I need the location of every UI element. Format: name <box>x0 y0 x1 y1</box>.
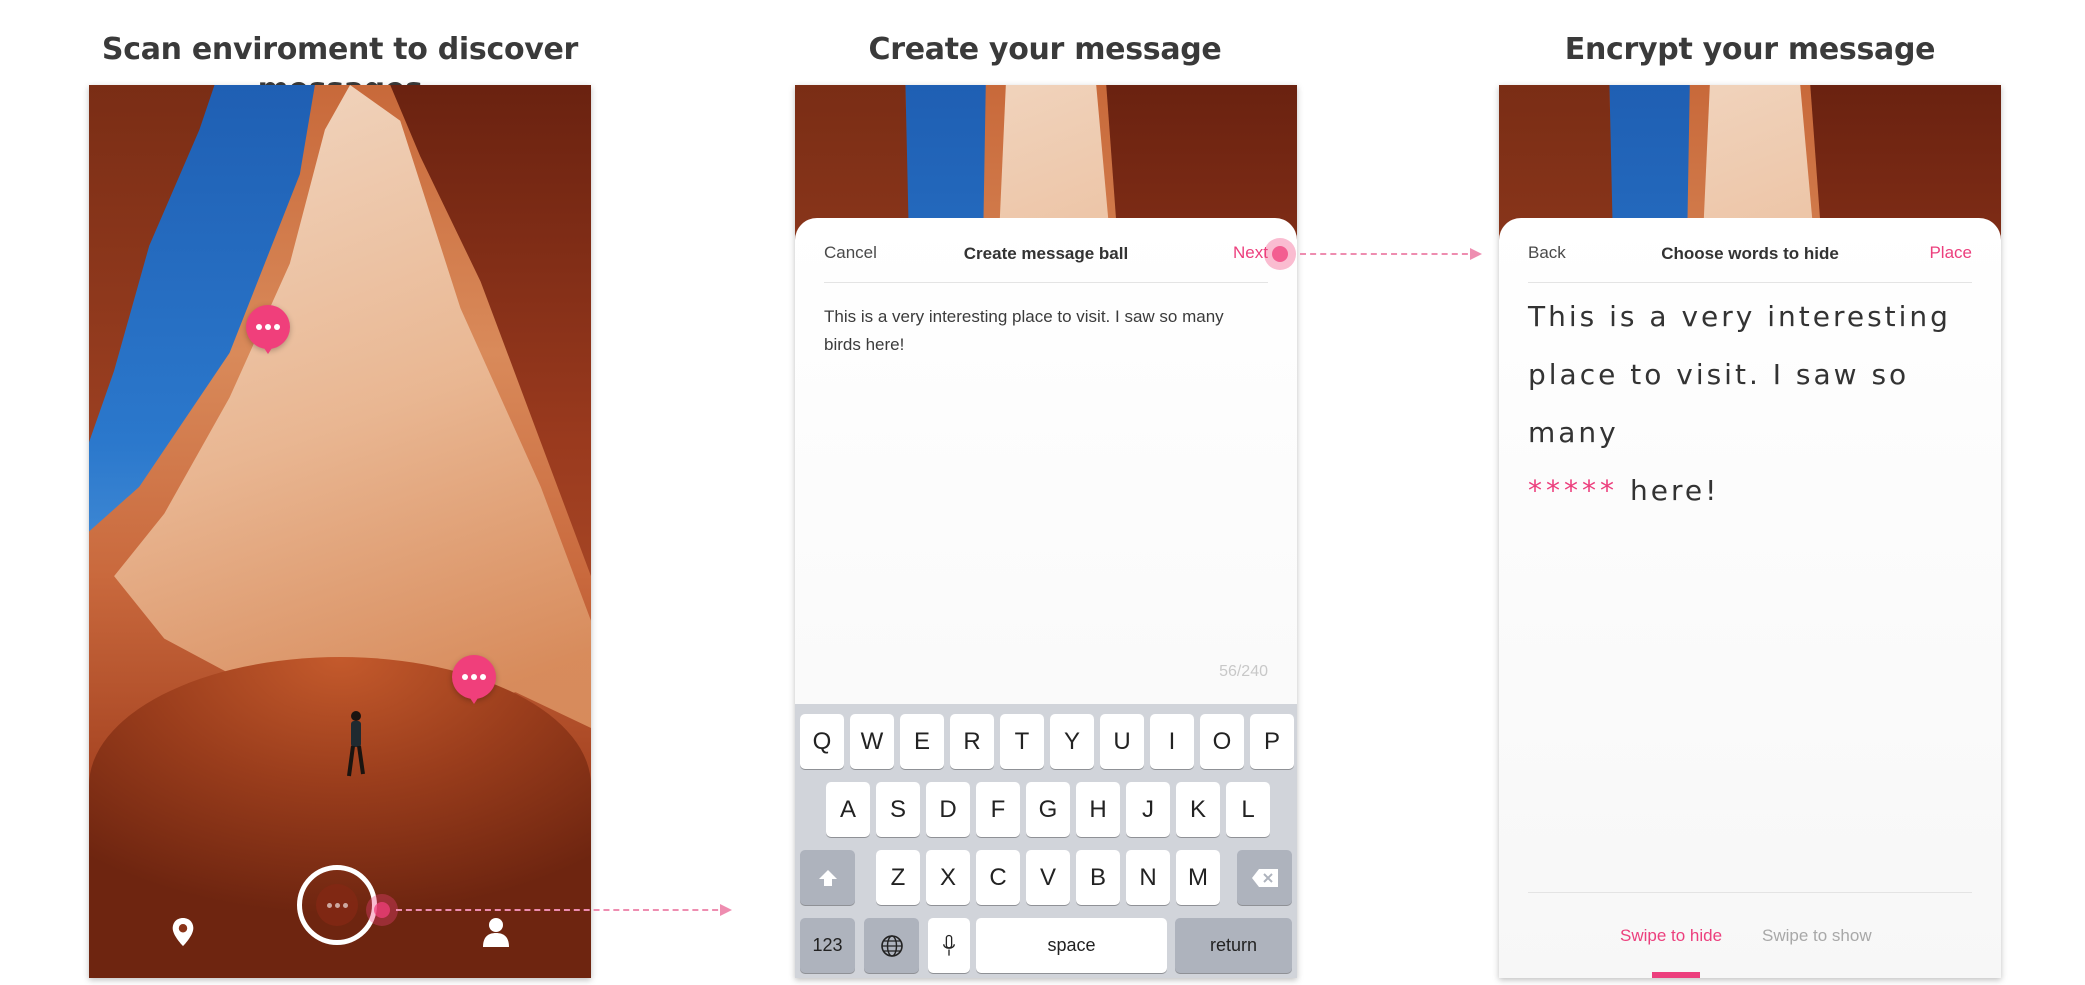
sheet-title: Create message ball <box>963 244 1129 263</box>
swipe-mode-tabs: Swipe to hide Swipe to show <box>1528 892 1972 978</box>
tab-swipe-to-hide[interactable]: Swipe to hide <box>1620 926 1722 946</box>
letter-key[interactable]: N <box>1126 850 1170 905</box>
numbers-key[interactable]: 123 <box>800 918 855 973</box>
letter-key[interactable]: D <box>926 782 970 837</box>
letter-key[interactable]: W <box>850 714 894 769</box>
sheet-header: Cancel Create message ball Next <box>824 218 1268 283</box>
letter-key[interactable]: C <box>976 850 1020 905</box>
tap-indicator <box>366 894 398 926</box>
space-key[interactable]: space <box>976 918 1167 973</box>
scan-section-title: Scan enviroment to discover messages <box>101 32 579 107</box>
letter-key[interactable]: S <box>876 782 920 837</box>
globe-key[interactable] <box>864 918 919 973</box>
letter-key[interactable]: U <box>1100 714 1144 769</box>
globe-icon <box>880 935 903 957</box>
create-section-title: Create your message <box>868 32 1222 67</box>
shift-arrow-icon <box>818 870 837 886</box>
letter-key[interactable]: M <box>1176 850 1220 905</box>
tab-swipe-to-show[interactable]: Swipe to show <box>1762 926 1872 946</box>
letter-key[interactable]: I <box>1150 714 1194 769</box>
text-line[interactable]: here! <box>1630 474 1719 507</box>
message-pin[interactable] <box>452 655 496 704</box>
hidden-word[interactable]: ***** <box>1528 474 1618 507</box>
next-button[interactable]: Next <box>1233 243 1268 263</box>
microphone-icon <box>943 934 955 956</box>
active-tab-indicator <box>1652 972 1700 978</box>
letter-key[interactable]: J <box>1126 782 1170 837</box>
message-textarea[interactable]: This is a very interesting place to visi… <box>824 303 1227 359</box>
flow-arrow <box>396 904 732 916</box>
camera-shutter-button[interactable] <box>297 865 377 945</box>
tap-indicator <box>1264 238 1296 270</box>
letter-key[interactable]: F <box>976 782 1020 837</box>
letter-key[interactable]: T <box>1000 714 1044 769</box>
letter-key[interactable]: L <box>1226 782 1270 837</box>
create-screen: Cancel Create message ball Next This is … <box>795 85 1297 978</box>
sheet-title: Choose words to hide <box>1661 244 1839 263</box>
canyon-camera-view <box>89 85 591 978</box>
hiker-figure <box>347 711 365 777</box>
location-pin-icon[interactable] <box>171 917 195 947</box>
letter-key[interactable]: Y <box>1050 714 1094 769</box>
sheet-header: Back Choose words to hide Place <box>1528 218 1972 283</box>
backspace-icon <box>1251 869 1278 887</box>
flow-arrow <box>1300 248 1482 260</box>
letter-key[interactable]: Q <box>800 714 844 769</box>
encrypt-screen: Back Choose words to hide Place This is … <box>1499 85 2001 978</box>
letter-key[interactable]: A <box>826 782 870 837</box>
letter-key[interactable]: O <box>1200 714 1244 769</box>
letter-key[interactable]: V <box>1026 850 1070 905</box>
onscreen-keyboard: QWERTYUIOP ASDFGHJKL ZXCVBNM 123 space r… <box>795 704 1297 978</box>
character-counter: 56/240 <box>1219 663 1268 680</box>
scan-screen <box>89 85 591 978</box>
letter-key[interactable]: X <box>926 850 970 905</box>
letter-key[interactable]: Z <box>876 850 920 905</box>
letter-key[interactable]: P <box>1250 714 1294 769</box>
shift-key[interactable] <box>800 850 855 905</box>
backspace-key[interactable] <box>1237 850 1292 905</box>
create-message-sheet: Cancel Create message ball Next This is … <box>795 218 1297 978</box>
text-line[interactable]: place to visit. I saw so many <box>1528 346 1981 462</box>
place-button[interactable]: Place <box>1929 243 1972 263</box>
message-pin[interactable] <box>246 305 290 354</box>
message-bubble-icon <box>316 884 358 926</box>
profile-icon[interactable] <box>482 917 510 947</box>
letter-key[interactable]: H <box>1076 782 1120 837</box>
encrypt-message-sheet: Back Choose words to hide Place This is … <box>1499 218 2001 978</box>
selectable-message-text[interactable]: This is a very interesting place to visi… <box>1528 288 1981 520</box>
text-line[interactable]: This is a very interesting <box>1528 288 1981 346</box>
letter-key[interactable]: E <box>900 714 944 769</box>
letter-key[interactable]: R <box>950 714 994 769</box>
return-key[interactable]: return <box>1175 918 1292 973</box>
encrypt-section-title: Encrypt your message <box>1564 32 1936 67</box>
letter-key[interactable]: K <box>1176 782 1220 837</box>
dictation-key[interactable] <box>928 918 970 973</box>
letter-key[interactable]: G <box>1026 782 1070 837</box>
letter-key[interactable]: B <box>1076 850 1120 905</box>
